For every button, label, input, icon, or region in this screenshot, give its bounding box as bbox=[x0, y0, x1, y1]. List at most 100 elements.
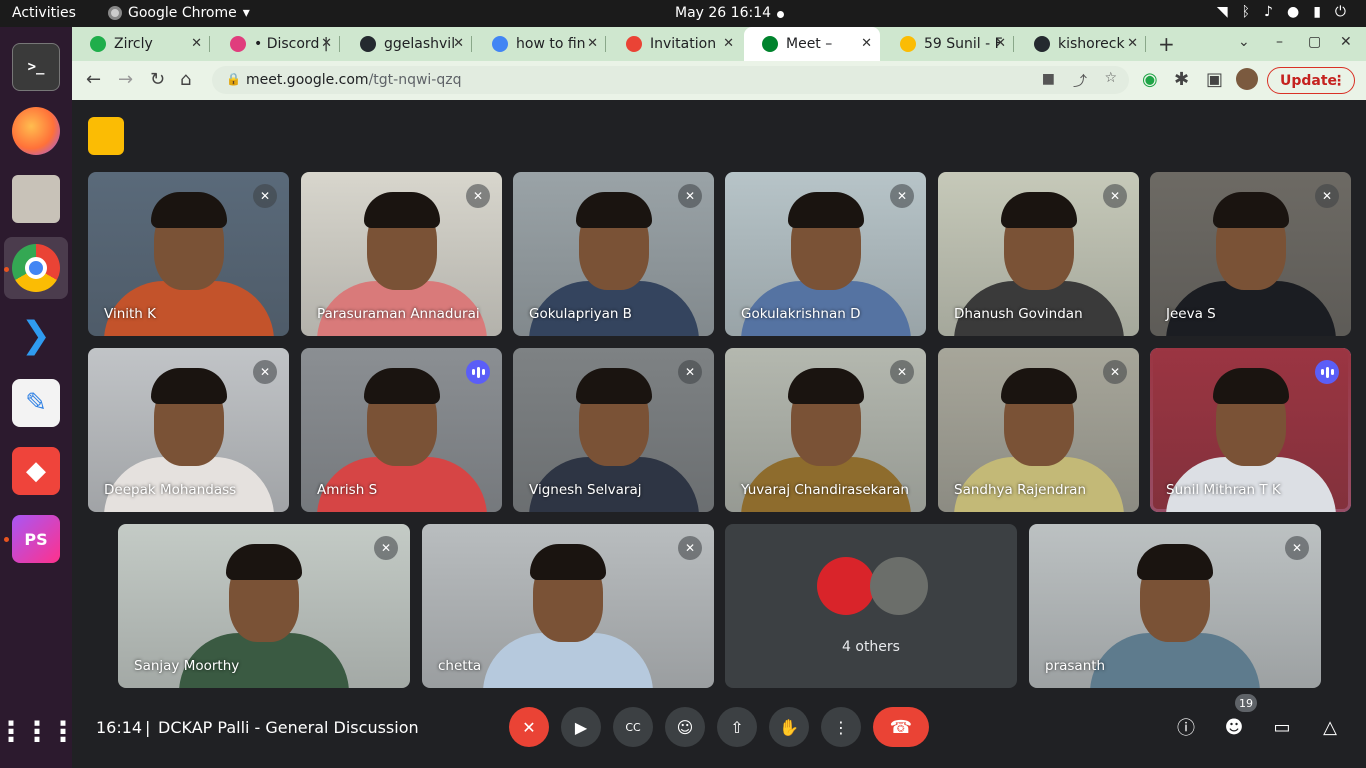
new-tab-button[interactable]: + bbox=[1158, 32, 1175, 56]
participant-tile[interactable]: Gokulapriyan B ✕ bbox=[513, 172, 714, 336]
anydesk-icon[interactable]: ◆ bbox=[12, 447, 60, 495]
mic-muted-icon: ✕ bbox=[253, 360, 277, 384]
close-icon[interactable]: ✕ bbox=[723, 36, 734, 51]
tab-6[interactable]: 59 Sunil - F ✕ bbox=[882, 27, 1014, 61]
share-icon[interactable]: ⤴ bbox=[1073, 71, 1087, 91]
forward-icon[interactable]: → bbox=[118, 69, 133, 90]
participant-tile[interactable]: Vinith K ✕ bbox=[88, 172, 289, 336]
others-tile[interactable]: 4 others bbox=[725, 524, 1017, 688]
camera-icon[interactable]: ■ bbox=[1042, 71, 1055, 87]
tab-separator bbox=[1145, 36, 1146, 52]
chrome-icon[interactable] bbox=[4, 237, 68, 299]
participant-name: prasanth bbox=[1045, 658, 1106, 674]
tab-title: Zircly bbox=[114, 36, 153, 52]
participant-name: Deepak Mohandass bbox=[104, 482, 237, 498]
vscode-icon[interactable]: ❯ bbox=[12, 311, 60, 359]
clock[interactable]: May 26 16:14 bbox=[675, 5, 771, 21]
participant-hair bbox=[530, 544, 606, 580]
participant-tile[interactable]: Parasuraman Annadurai ✕ bbox=[301, 172, 502, 336]
activities-button[interactable]: Activities bbox=[12, 5, 76, 21]
home-icon[interactable]: ⌂ bbox=[180, 69, 191, 90]
participant-tile[interactable]: Amrish S bbox=[301, 348, 502, 512]
participant-tile[interactable]: Deepak Mohandass ✕ bbox=[88, 348, 289, 512]
update-button[interactable]: Update ⋮ bbox=[1267, 67, 1355, 94]
tab-1[interactable]: • Discord | ✕ bbox=[212, 27, 340, 61]
mic-muted-icon: ✕ bbox=[678, 360, 702, 384]
notification-dot bbox=[777, 11, 784, 18]
reload-icon[interactable]: ↻ bbox=[150, 69, 165, 90]
participant-tile[interactable]: Jeeva S ✕ bbox=[1150, 172, 1351, 336]
close-icon[interactable]: ✕ bbox=[453, 36, 464, 51]
chat-icon[interactable]: ▭ bbox=[1268, 713, 1296, 741]
tab-favicon-icon bbox=[900, 36, 916, 52]
profile-avatar[interactable] bbox=[1236, 68, 1258, 90]
side-panel-icon[interactable]: ▣ bbox=[1206, 69, 1223, 90]
present-button[interactable]: ⇧ bbox=[717, 707, 757, 747]
activities-icon[interactable]: △ bbox=[1316, 713, 1344, 741]
close-icon[interactable]: ✕ bbox=[1127, 36, 1138, 51]
minimize-icon[interactable]: – bbox=[1276, 34, 1283, 50]
participant-hair bbox=[1000, 192, 1077, 228]
text-editor-icon[interactable]: ✎ bbox=[12, 379, 60, 427]
app-menu[interactable]: Google Chrome ▾ bbox=[108, 5, 250, 21]
address-bar[interactable]: 🔒 meet.google.com/tgt-nqwi-qzq ■ ⤴ ☆ bbox=[212, 66, 1129, 94]
close-icon[interactable]: ✕ bbox=[321, 36, 332, 51]
app-name: Google Chrome bbox=[128, 5, 237, 21]
files-icon[interactable] bbox=[12, 175, 60, 223]
tab-5[interactable]: Meet – ✕ bbox=[744, 27, 880, 61]
participant-tile[interactable]: Dhanush Govindan ✕ bbox=[938, 172, 1139, 336]
firefox-icon[interactable] bbox=[12, 107, 60, 155]
running-indicator bbox=[4, 537, 9, 542]
close-icon[interactable]: ✕ bbox=[995, 36, 1006, 51]
participant-tile[interactable]: Vignesh Selvaraj ✕ bbox=[513, 348, 714, 512]
people-icon[interactable]: ☻ bbox=[1220, 713, 1248, 741]
tab-0[interactable]: Zircly ✕ bbox=[72, 27, 210, 61]
participant-name: Parasuraman Annadurai bbox=[317, 306, 480, 322]
mic-off-button[interactable]: ✕ bbox=[509, 707, 549, 747]
tab-2[interactable]: ggelashvil ✕ bbox=[342, 27, 472, 61]
info-icon[interactable]: ⓘ bbox=[1172, 713, 1200, 741]
participant-tile[interactable]: Sandhya Rajendran ✕ bbox=[938, 348, 1139, 512]
hide-self-view-icon[interactable] bbox=[88, 117, 124, 155]
terminal-icon[interactable]: >_ bbox=[12, 43, 60, 91]
tab-7[interactable]: kishoreck ✕ bbox=[1016, 27, 1146, 61]
participant-tile[interactable]: Yuvaraj Chandirasekaran ✕ bbox=[725, 348, 926, 512]
camera-button[interactable]: ▶ bbox=[561, 707, 601, 747]
maximize-icon[interactable]: ▢ bbox=[1308, 34, 1321, 50]
raise-hand-button[interactable]: ✋ bbox=[769, 707, 809, 747]
close-icon[interactable]: ✕ bbox=[587, 36, 598, 51]
show-apps-icon[interactable]: ⋮⋮⋮ bbox=[0, 707, 77, 755]
camera-icon: ▶ bbox=[574, 717, 588, 737]
tab-title: • Discord | bbox=[254, 36, 329, 52]
reactions-button[interactable]: ☺ bbox=[665, 707, 705, 747]
participant-tile[interactable]: prasanth ✕ bbox=[1029, 524, 1321, 688]
participant-tile[interactable]: chetta ✕ bbox=[422, 524, 714, 688]
participant-tile[interactable]: Sanjay Moorthy ✕ bbox=[118, 524, 410, 688]
back-icon[interactable]: ← bbox=[86, 69, 101, 90]
wifi-icon: ◥ bbox=[1216, 4, 1228, 20]
grammarly-icon[interactable]: ◉ bbox=[1142, 69, 1158, 90]
bookmark-star-icon[interactable]: ☆ bbox=[1104, 70, 1117, 86]
tab-separator bbox=[209, 36, 210, 52]
participant-name: Dhanush Govindan bbox=[954, 306, 1083, 322]
avatar bbox=[870, 557, 928, 615]
tab-4[interactable]: Invitation ✕ bbox=[608, 27, 742, 61]
url-path: /tgt-nqwi-qzq bbox=[368, 72, 462, 88]
tab-3[interactable]: how to fin ✕ bbox=[474, 27, 606, 61]
participant-count-badge: 19 bbox=[1235, 694, 1257, 712]
more-options-button[interactable]: ⋮ bbox=[821, 707, 861, 747]
leave-call-button[interactable]: ☎ bbox=[873, 707, 929, 747]
extensions-icon[interactable]: ✱ bbox=[1174, 69, 1189, 90]
participant-tile[interactable]: Gokulakrishnan D ✕ bbox=[725, 172, 926, 336]
system-tray[interactable]: ◥ ᛒ ♪ ● ▮ ⏻ bbox=[1217, 4, 1346, 20]
phpstorm-icon[interactable]: PS bbox=[12, 515, 60, 563]
captions-button[interactable]: CC bbox=[613, 707, 653, 747]
participant-hair bbox=[575, 368, 652, 404]
tab-title: 59 Sunil - F bbox=[924, 36, 1003, 52]
battery-icon: ▮ bbox=[1313, 4, 1321, 20]
close-window-icon[interactable]: ✕ bbox=[1340, 34, 1352, 50]
close-icon[interactable]: ✕ bbox=[861, 36, 872, 51]
close-icon[interactable]: ✕ bbox=[191, 36, 202, 51]
tab-search-icon[interactable]: ⌄ bbox=[1238, 34, 1250, 50]
participant-tile[interactable]: Sunil Mithran T K bbox=[1150, 348, 1351, 512]
